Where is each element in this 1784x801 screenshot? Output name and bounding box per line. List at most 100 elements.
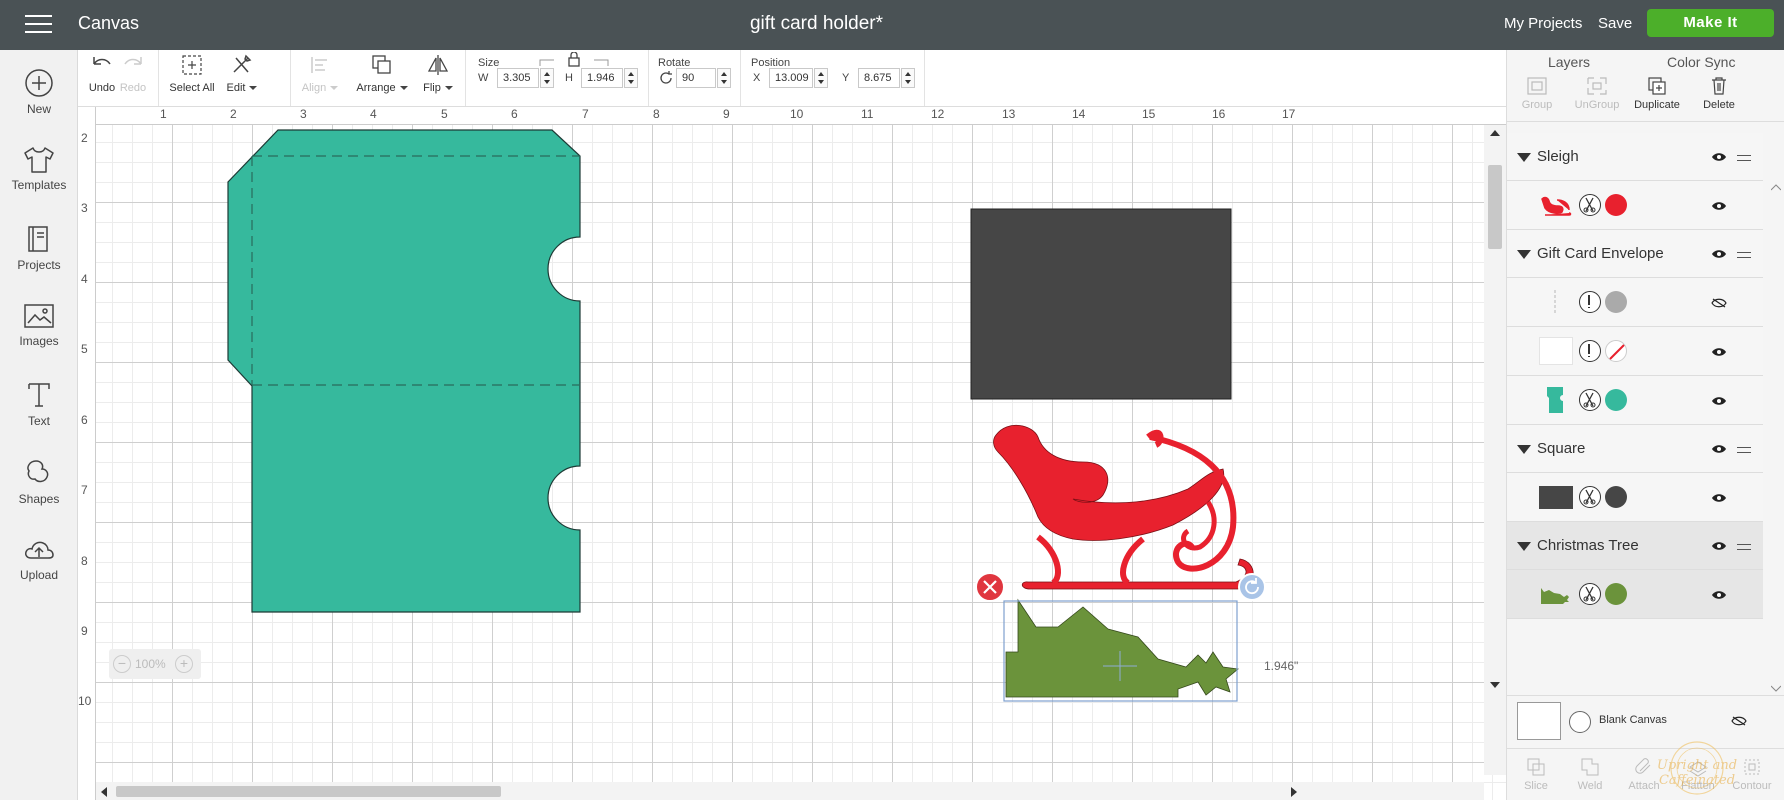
height-input[interactable]: 1.946	[581, 68, 623, 88]
templates-button[interactable]: Templates	[0, 146, 78, 192]
rotate-input[interactable]: 90	[676, 68, 716, 88]
vertical-scroll-thumb[interactable]	[1488, 165, 1502, 249]
eye-hidden-icon[interactable]	[1711, 298, 1727, 308]
new-button[interactable]: New	[0, 68, 78, 116]
upload-button[interactable]: Upload	[0, 536, 78, 582]
collapse-triangle-icon[interactable]	[1517, 153, 1531, 162]
design-canvas[interactable]: 0 1 2 3 4 5 6 7 8 9 10 11 12 13 14 15 16…	[78, 107, 1506, 800]
images-button[interactable]: Images	[0, 302, 78, 348]
no-color-swatch[interactable]	[1605, 340, 1627, 362]
eye-icon[interactable]	[1711, 541, 1727, 551]
vertical-scrollbar[interactable]	[1484, 125, 1506, 775]
layer-item-blank-score[interactable]	[1507, 327, 1763, 376]
layer-item-envelope[interactable]	[1507, 376, 1763, 425]
canvas-color-swatch[interactable]	[1569, 711, 1591, 733]
x-position-input[interactable]: 13.009	[769, 68, 813, 88]
color-swatch[interactable]	[1605, 194, 1627, 216]
width-stepper[interactable]	[540, 68, 554, 88]
score-operation-icon[interactable]	[1579, 291, 1601, 313]
y-position-input[interactable]: 8.675	[858, 68, 900, 88]
tab-layers[interactable]: Layers	[1523, 54, 1615, 70]
sleigh-shape[interactable]	[993, 425, 1254, 590]
flip-menu-button[interactable]: Flip	[418, 54, 458, 94]
cut-operation-icon[interactable]	[1579, 389, 1601, 411]
group-button[interactable]: Group	[1507, 76, 1567, 111]
delete-handle[interactable]	[975, 572, 1005, 602]
blank-canvas-row[interactable]: Blank Canvas	[1507, 695, 1784, 745]
x-position-stepper[interactable]	[814, 68, 828, 88]
christmas-tree-shape[interactable]	[1005, 598, 1239, 698]
eye-hidden-icon[interactable]	[1731, 716, 1747, 726]
edit-menu-button[interactable]: Edit	[223, 54, 261, 94]
undo-button[interactable]: Undo	[86, 54, 118, 94]
save-button[interactable]: Save	[1598, 15, 1632, 32]
eye-icon[interactable]	[1711, 590, 1727, 600]
collapse-triangle-icon[interactable]	[1517, 445, 1531, 454]
eye-icon[interactable]	[1711, 493, 1727, 503]
zoom-in-button[interactable]: +	[175, 655, 193, 673]
shapes-button[interactable]: Shapes	[0, 458, 78, 506]
color-swatch[interactable]	[1605, 486, 1627, 508]
layer-group-christmas-tree[interactable]: Christmas Tree	[1507, 522, 1763, 570]
y-position-stepper[interactable]	[901, 68, 915, 88]
lock-icon[interactable]	[538, 52, 610, 68]
drag-handle-icon[interactable]	[1737, 544, 1751, 550]
select-all-button[interactable]: Select All	[166, 54, 218, 94]
collapse-triangle-icon[interactable]	[1517, 250, 1531, 259]
scroll-down-icon[interactable]	[1490, 681, 1500, 689]
color-swatch[interactable]	[1605, 389, 1627, 411]
layer-group-sleigh[interactable]: Sleigh	[1507, 133, 1763, 181]
layer-item-square[interactable]	[1507, 473, 1763, 522]
color-swatch[interactable]	[1605, 583, 1627, 605]
tab-color-sync[interactable]: Color Sync	[1667, 54, 1735, 70]
scroll-up-icon[interactable]	[1490, 129, 1500, 137]
duplicate-button[interactable]: Duplicate	[1627, 76, 1687, 111]
dark-square-shape[interactable]	[970, 208, 1232, 400]
scroll-down-icon[interactable]	[1771, 685, 1781, 693]
zoom-out-button[interactable]: −	[113, 655, 131, 673]
rotate-handle[interactable]	[1238, 573, 1266, 601]
drag-handle-icon[interactable]	[1737, 155, 1751, 161]
toolbar-divider	[924, 50, 925, 106]
scroll-right-icon[interactable]	[1290, 787, 1298, 797]
eye-icon[interactable]	[1711, 347, 1727, 357]
layer-item-christmas-tree[interactable]	[1507, 570, 1763, 619]
layer-item-score-line[interactable]	[1507, 278, 1763, 327]
slice-button[interactable]: Slice	[1511, 757, 1561, 792]
layer-item-sleigh[interactable]	[1507, 181, 1763, 230]
redo-button[interactable]: Redo	[118, 54, 148, 94]
eye-icon[interactable]	[1711, 396, 1727, 406]
make-it-button[interactable]: Make It	[1647, 9, 1774, 37]
height-stepper[interactable]	[624, 68, 638, 88]
arrange-menu-button[interactable]: Arrange	[353, 54, 411, 94]
projects-button[interactable]: Projects	[0, 224, 78, 272]
ungroup-button[interactable]: UnGroup	[1567, 76, 1627, 111]
layer-group-gift-card-envelope[interactable]: Gift Card Envelope	[1507, 230, 1763, 278]
text-button[interactable]: Text	[0, 380, 78, 428]
gift-card-envelope-shape[interactable]	[227, 129, 581, 613]
scroll-up-icon[interactable]	[1771, 183, 1781, 191]
score-operation-icon[interactable]	[1579, 340, 1601, 362]
layers-scrollbar[interactable]	[1769, 133, 1783, 693]
align-menu-button[interactable]: Align	[300, 54, 340, 94]
eye-icon[interactable]	[1711, 444, 1727, 454]
cut-operation-icon[interactable]	[1579, 583, 1601, 605]
drag-handle-icon[interactable]	[1737, 252, 1751, 258]
eye-icon[interactable]	[1711, 249, 1727, 259]
eye-icon[interactable]	[1711, 201, 1727, 211]
cut-operation-icon[interactable]	[1579, 486, 1601, 508]
drag-handle-icon[interactable]	[1737, 447, 1751, 453]
delete-button[interactable]: Delete	[1689, 76, 1749, 111]
horizontal-scrollbar[interactable]	[96, 782, 1484, 800]
eye-icon[interactable]	[1711, 152, 1727, 162]
my-projects-link[interactable]: My Projects	[1504, 15, 1582, 32]
layer-group-square[interactable]: Square	[1507, 425, 1763, 473]
width-input[interactable]: 3.305	[497, 68, 539, 88]
color-swatch[interactable]	[1605, 291, 1627, 313]
weld-button[interactable]: Weld	[1565, 757, 1615, 792]
rotate-stepper[interactable]	[717, 68, 731, 88]
cut-operation-icon[interactable]	[1579, 194, 1601, 216]
collapse-triangle-icon[interactable]	[1517, 542, 1531, 551]
horizontal-scroll-thumb[interactable]	[116, 786, 501, 797]
scroll-left-icon[interactable]	[100, 787, 108, 797]
